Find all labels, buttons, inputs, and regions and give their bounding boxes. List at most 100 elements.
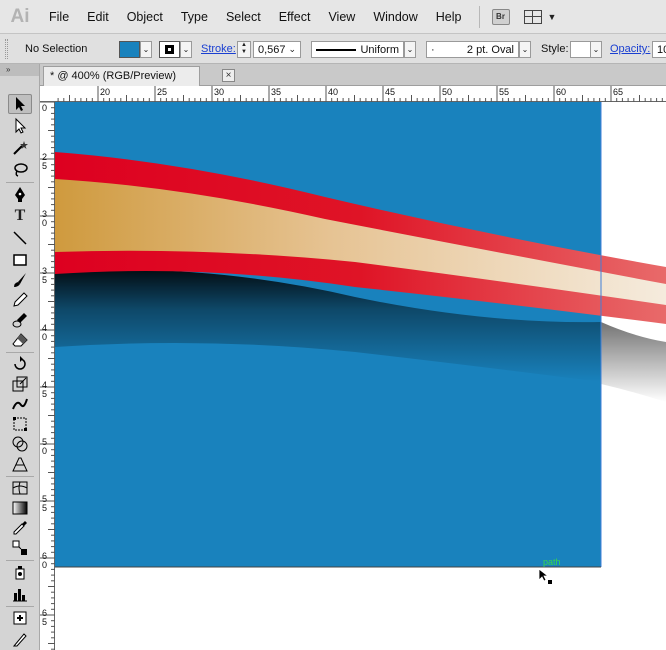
- pen-tool-icon[interactable]: [8, 184, 32, 204]
- chevron-down-icon: ⌄: [288, 44, 296, 54]
- toolbar-divider: [6, 606, 34, 607]
- menu-view[interactable]: View: [319, 0, 364, 34]
- menu-type[interactable]: Type: [172, 0, 217, 34]
- brush-definition[interactable]: · 2 pt. Oval: [426, 41, 519, 58]
- panel-grip[interactable]: [5, 39, 8, 59]
- blend-tool-icon[interactable]: [8, 538, 32, 558]
- ruler-label: 65: [613, 87, 623, 97]
- smart-guide-label: path: [543, 557, 561, 567]
- opacity-field[interactable]: 10: [652, 41, 666, 58]
- brush-dropdown[interactable]: ⌄: [519, 41, 531, 58]
- ruler-label: 40: [328, 87, 338, 97]
- vertical-ruler-ticks: 0253035404550556065: [40, 101, 55, 650]
- shape-builder-tool-icon[interactable]: [8, 434, 32, 454]
- free-transform-tool-icon[interactable]: [8, 414, 32, 434]
- ruler-label: 0: [42, 332, 47, 342]
- panel-collapse-icon[interactable]: »: [0, 64, 39, 76]
- stroke-weight-field[interactable]: 0,567 ⌄: [253, 41, 301, 58]
- column-graph-tool-icon[interactable]: [8, 584, 32, 604]
- fill-dropdown[interactable]: ⌄: [140, 41, 152, 58]
- lasso-tool-icon[interactable]: [8, 160, 32, 180]
- bridge-button[interactable]: Br: [491, 8, 510, 25]
- ruler-label: 5: [42, 161, 47, 171]
- close-icon[interactable]: ×: [222, 69, 235, 82]
- variable-width-profile[interactable]: Uniform: [311, 41, 404, 58]
- stroke-swatch[interactable]: [159, 41, 180, 58]
- tools-panel: » T: [0, 64, 40, 650]
- menu-object[interactable]: Object: [118, 0, 172, 34]
- menu-help[interactable]: Help: [427, 0, 471, 34]
- scale-tool-icon[interactable]: [8, 374, 32, 394]
- menu-select[interactable]: Select: [217, 0, 270, 34]
- gradient-tool-icon[interactable]: [8, 498, 32, 518]
- paintbrush-tool-icon[interactable]: [8, 270, 32, 290]
- vertical-ruler[interactable]: 0253035404550556065: [40, 101, 55, 650]
- ruler-label: 50: [442, 87, 452, 97]
- stroke-square-icon: [165, 45, 174, 54]
- eyedropper-tool-icon[interactable]: [8, 518, 32, 538]
- opacity-value: 10: [657, 43, 666, 56]
- toolbar-divider: [6, 476, 34, 477]
- magic-wand-icon[interactable]: [8, 138, 32, 158]
- control-bar: No Selection ⌄ ⌄ Stroke: ▲ ▼ 0,567 ⌄ Unif…: [0, 34, 666, 64]
- workspace-switcher[interactable]: ▼: [523, 9, 556, 24]
- menu-effect[interactable]: Effect: [270, 0, 320, 34]
- rectangle-tool-icon[interactable]: [8, 250, 32, 270]
- menu-window[interactable]: Window: [364, 0, 426, 34]
- toolbar-divider: [6, 560, 34, 561]
- mouse-cursor-icon: [538, 568, 552, 584]
- blob-brush-tool-icon[interactable]: [8, 310, 32, 330]
- ruler-label: 0: [42, 560, 47, 570]
- artwork: [55, 102, 666, 568]
- style-label: Style:: [541, 43, 569, 55]
- ruler-label: 5: [42, 503, 47, 513]
- ruler-label: 35: [271, 87, 281, 97]
- type-tool-icon[interactable]: T: [8, 206, 32, 226]
- profile-dropdown[interactable]: ⌄: [404, 41, 416, 58]
- document-tab[interactable]: * @ 400% (RGB/Preview): [43, 66, 200, 86]
- selection-tool-icon[interactable]: [8, 94, 32, 114]
- profile-value: Uniform: [360, 43, 399, 56]
- stroke-label[interactable]: Stroke:: [201, 43, 236, 55]
- opacity-label[interactable]: Opacity:: [610, 43, 650, 55]
- symbol-sprayer-tool-icon[interactable]: [8, 562, 32, 582]
- artboard-tool-icon[interactable]: [8, 608, 32, 628]
- menu-bar: Ai File Edit Object Type Select Effect V…: [0, 0, 666, 34]
- slice-tool-icon[interactable]: [8, 630, 32, 650]
- style-swatch[interactable]: [570, 41, 591, 58]
- toolbar-divider: [6, 352, 34, 353]
- horizontal-ruler[interactable]: 20 25 30 35 40 45 50 55 60 65: [54, 86, 666, 102]
- app-logo: Ai: [10, 5, 30, 27]
- stroke-spinner[interactable]: ▲ ▼: [237, 41, 251, 58]
- stroke-preview-line: [316, 48, 356, 51]
- menu-divider: [478, 5, 480, 28]
- ruler-label: 20: [100, 87, 110, 97]
- style-dropdown[interactable]: ⌄: [590, 41, 602, 58]
- direct-selection-tool-icon[interactable]: [8, 116, 32, 136]
- stroke-dropdown[interactable]: ⌄: [180, 41, 192, 58]
- mesh-tool-icon[interactable]: [8, 478, 32, 498]
- warp-tool-icon[interactable]: [8, 394, 32, 414]
- toolbar-divider: [6, 182, 34, 183]
- menu-edit[interactable]: Edit: [78, 0, 118, 34]
- ruler-label: 5: [42, 389, 47, 399]
- pencil-tool-icon[interactable]: [8, 290, 32, 310]
- perspective-grid-tool-icon[interactable]: [8, 454, 32, 474]
- fill-swatch[interactable]: [119, 41, 140, 58]
- rotate-tool-icon[interactable]: [8, 354, 32, 374]
- ruler-label: 0: [42, 218, 47, 228]
- line-segment-tool-icon[interactable]: [8, 228, 32, 248]
- brush-dot: ·: [431, 43, 435, 56]
- brush-value: 2 pt. Oval: [466, 43, 514, 56]
- drop-shadow-outside: [601, 322, 666, 402]
- ruler-label: 60: [556, 87, 566, 97]
- stroke-weight-value: 0,567: [258, 43, 286, 56]
- selection-status: No Selection: [25, 43, 88, 55]
- ruler-origin[interactable]: [40, 86, 55, 102]
- canvas-area[interactable]: [55, 102, 666, 650]
- ruler-label: 5: [42, 275, 47, 285]
- eraser-tool-icon[interactable]: [8, 330, 32, 350]
- ruler-label: 30: [214, 87, 224, 97]
- menu-file[interactable]: File: [40, 0, 78, 34]
- ruler-label: 5: [42, 617, 47, 627]
